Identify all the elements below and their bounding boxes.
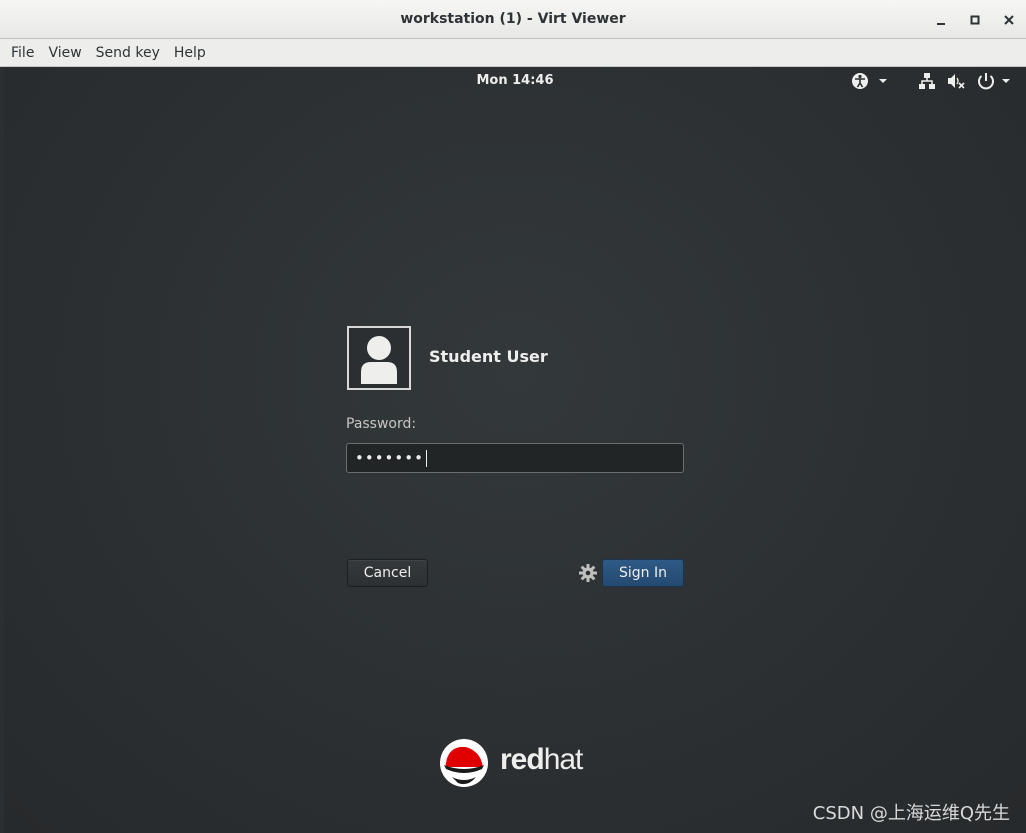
gear-icon [579, 564, 597, 582]
menu-view[interactable]: View [41, 45, 88, 61]
network-icon [919, 73, 935, 89]
minimize-button[interactable] [930, 9, 952, 31]
menu-help[interactable]: Help [167, 45, 213, 61]
session-options-button[interactable] [578, 563, 598, 583]
menu-bar: File View Send key Help [0, 39, 1026, 67]
sign-in-button[interactable]: Sign In [602, 559, 684, 587]
password-label: Password: [346, 416, 417, 432]
maximize-icon [970, 15, 980, 25]
minimize-icon [937, 23, 945, 25]
gnome-top-bar: Mon 14:46 [4, 67, 1026, 94]
accessibility-icon [852, 73, 887, 89]
user-name: Student User [429, 347, 548, 366]
avatar [347, 326, 411, 390]
volume-muted-icon [948, 74, 965, 89]
redhat-logo: redhat [438, 735, 598, 791]
text-caret [425, 449, 427, 467]
title-bar: workstation (1) - Virt Viewer [0, 0, 1026, 39]
close-button[interactable] [998, 9, 1020, 31]
window-title: workstation (1) - Virt Viewer [400, 11, 626, 27]
close-icon [1004, 15, 1014, 25]
maximize-button[interactable] [964, 9, 986, 31]
user-icon [361, 336, 397, 384]
password-value: ••••••• [355, 449, 424, 467]
password-field[interactable]: ••••••• [346, 443, 684, 473]
accessibility-menu[interactable] [850, 71, 890, 95]
guest-display: Mon 14:46 Student User Password: •••••••… [4, 67, 1026, 833]
network-indicator[interactable] [918, 71, 936, 95]
virt-viewer-window: workstation (1) - Virt Viewer File View … [0, 0, 1026, 833]
power-menu[interactable] [976, 71, 1016, 95]
volume-indicator[interactable] [946, 71, 966, 95]
redhat-wordmark: redhat [500, 743, 583, 776]
power-icon [978, 73, 1010, 90]
redhat-shadowman-icon [440, 739, 488, 787]
menu-send-key[interactable]: Send key [89, 45, 167, 61]
menu-file[interactable]: File [4, 45, 41, 61]
cancel-button[interactable]: Cancel [347, 559, 428, 587]
watermark: CSDN @上海运维Q先生 [812, 803, 1010, 824]
